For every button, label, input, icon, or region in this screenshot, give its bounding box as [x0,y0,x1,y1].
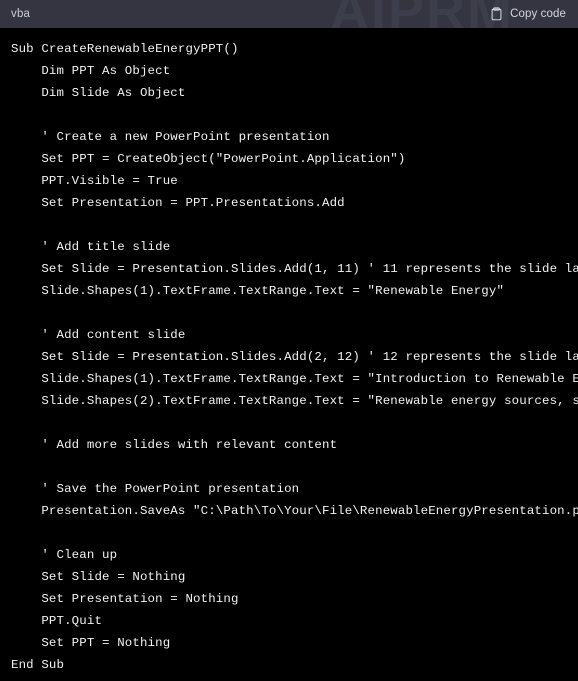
copy-code-button[interactable]: Copy code [490,7,566,21]
clipboard-icon [490,7,503,21]
code-body: Sub CreateRenewableEnergyPPT() Dim PPT A… [0,28,578,681]
code-content[interactable]: Sub CreateRenewableEnergyPPT() Dim PPT A… [0,38,578,676]
code-language-label: vba [11,8,31,20]
code-block-container: AIPRM vba Copy code Sub CreateRenewableE… [0,0,578,681]
code-block-header: AIPRM vba Copy code [0,0,578,28]
aiprm-watermark: AIPRM [330,0,514,28]
copy-code-label: Copy code [510,8,566,20]
